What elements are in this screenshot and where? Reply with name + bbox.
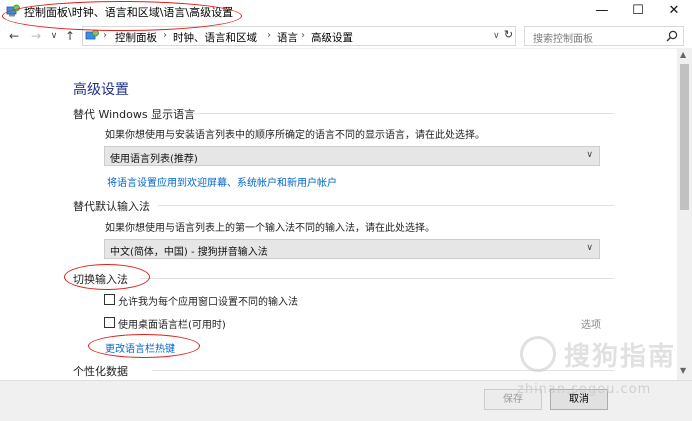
display-language-select[interactable]: 使用语言列表(推荐) ∨ [104,146,600,166]
maximize-button[interactable]: ☐ [620,0,656,22]
control-panel-icon [6,4,20,17]
default-input-description: 如果你想使用与语言列表上的第一个输入法不同的输入法，请在此处选择。 [105,223,435,234]
section-divider [188,113,614,114]
section-divider [158,205,614,206]
window-title: 控制面板\时钟、语言和区域\语言\高级设置 [24,6,234,19]
scroll-down-icon[interactable]: ▼ [680,366,686,375]
breadcrumb-clock-language-region[interactable]: 时钟、语言和区域 [173,30,257,45]
display-language-value: 使用语言列表(推荐) [110,154,198,165]
change-language-bar-hotkeys-link[interactable]: 更改语言栏热键 [105,340,175,355]
display-language-description: 如果你想使用与安装语言列表中的顺序所确定的语言不同的显示语言，请在此处选择。 [105,130,485,141]
scrollbar-thumb[interactable] [680,64,689,210]
chevron-down-icon: ∨ [586,150,593,160]
language-bar-options-link[interactable]: 选项 [581,316,601,331]
page-title: 高级设置 [73,82,129,98]
back-arrow-icon[interactable]: ← [6,27,22,45]
address-dropdown-icon[interactable]: ∨ [493,31,500,41]
chevron-right-icon: › [163,30,167,41]
chevron-down-icon: ∨ [586,243,593,253]
address-bar[interactable]: › 控制面板 › 时钟、语言和区域 › 语言 › 高级设置 ∨ [82,26,516,46]
watermark-url: zhinan.sogou.com [517,382,652,397]
per-app-input-label[interactable]: 允许我为每个应用窗口设置不同的输入法 [118,293,298,308]
forward-arrow-icon[interactable]: → [28,27,44,45]
default-input-select[interactable]: 中文(简体，中国) - 搜狗拼音输入法 ∨ [104,239,600,259]
personalization-heading: 个性化数据 [73,365,128,378]
breadcrumb-language[interactable]: 语言 [277,30,298,45]
content-divider [0,48,692,49]
breadcrumb-control-panel[interactable]: 控制面板 [115,30,157,45]
desktop-language-bar-label[interactable]: 使用桌面语言栏(可用时) [118,316,226,331]
recent-locations-icon[interactable]: ∨ [46,27,62,45]
watermark-text: 搜狗指南 [564,342,677,372]
refresh-icon[interactable]: ↻ [501,27,516,43]
vertical-scrollbar[interactable]: ▲ ▼ [677,48,692,380]
per-app-input-checkbox[interactable] [104,294,115,305]
sogou-logo-watermark [520,336,556,372]
default-input-value: 中文(简体，中国) - 搜狗拼音输入法 [110,247,268,258]
chevron-right-icon: › [103,30,107,41]
title-bar: 控制面板\时钟、语言和区域\语言\高级设置 — ☐ ✕ [0,0,692,22]
apply-to-welcome-screen-link[interactable]: 将语言设置应用到欢迎屏幕、系统帐户和新用户帐户 [107,174,337,189]
control-panel-location-icon [85,29,99,40]
breadcrumb-advanced-settings[interactable]: 高级设置 [311,30,353,45]
chevron-right-icon: › [301,30,305,41]
up-arrow-icon[interactable]: ↑ [62,27,78,45]
section-divider [140,278,614,279]
search-icon[interactable] [666,30,678,42]
switch-input-heading: 切换输入法 [73,273,128,286]
minimize-button[interactable]: — [584,0,620,22]
default-input-heading: 替代默认输入法 [73,200,150,213]
search-input[interactable]: 搜索控制面板 [533,30,593,45]
desktop-language-bar-checkbox[interactable] [104,317,115,328]
close-button[interactable]: ✕ [656,0,692,22]
display-language-heading: 替代 Windows 显示语言 [73,108,196,121]
chevron-right-icon: › [267,30,271,41]
navigation-bar: ← → ∨ ↑ › 控制面板 › 时钟、语言和区域 › 语言 › 高级设置 ∨ … [0,25,692,47]
search-box[interactable]: 搜索控制面板 [524,26,684,46]
scroll-up-icon[interactable]: ▲ [680,50,686,59]
